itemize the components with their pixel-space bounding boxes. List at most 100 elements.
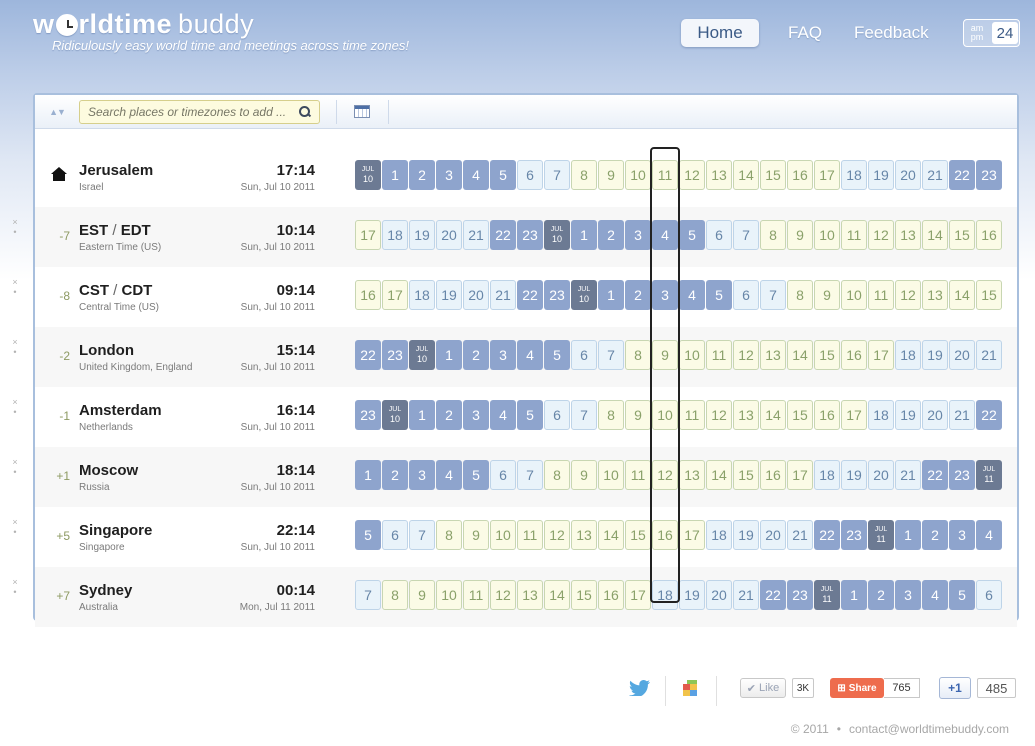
hour-cell[interactable]: 12 bbox=[544, 520, 570, 550]
search-icon[interactable] bbox=[299, 105, 311, 118]
hour-cell-date[interactable]: JUL 10 bbox=[571, 280, 597, 310]
hour-cell[interactable]: 3 bbox=[949, 520, 975, 550]
hour-cell[interactable]: 16 bbox=[652, 520, 678, 550]
hour-cell[interactable]: 22 bbox=[976, 400, 1002, 430]
hour-cell[interactable]: 10 bbox=[490, 520, 516, 550]
hour-cell[interactable]: 13 bbox=[571, 520, 597, 550]
hour-cell[interactable]: 17 bbox=[355, 220, 381, 250]
hour-cell[interactable]: 14 bbox=[922, 220, 948, 250]
hour-cell-date[interactable]: JUL 11 bbox=[976, 460, 1002, 490]
hour-cell[interactable]: 10 bbox=[814, 220, 840, 250]
hour-cell[interactable]: 21 bbox=[922, 160, 948, 190]
hour-cell[interactable]: 1 bbox=[571, 220, 597, 250]
hour-cell[interactable]: 20 bbox=[922, 400, 948, 430]
hour-cell[interactable]: 4 bbox=[652, 220, 678, 250]
hour-cell[interactable]: 1 bbox=[409, 400, 435, 430]
timezone-row[interactable]: Jerusalem Israel 17:14 Sun, Jul 10 2011 JUL 1… bbox=[35, 147, 1017, 207]
remove-icon[interactable]: × bbox=[8, 397, 22, 407]
remove-icon[interactable]: × bbox=[8, 217, 22, 227]
hour-cell[interactable]: 6 bbox=[517, 160, 543, 190]
hour-cell[interactable]: 2 bbox=[436, 400, 462, 430]
hour-cell[interactable]: 18 bbox=[652, 580, 678, 610]
timezone-row[interactable]: × • +5 Singapore Singapore 22:14 Sun, Jul 10 2… bbox=[12, 507, 1017, 567]
hour-cell[interactable]: 19 bbox=[922, 340, 948, 370]
hour-cell[interactable]: 20 bbox=[760, 520, 786, 550]
hour-cell[interactable]: 6 bbox=[544, 400, 570, 430]
hour-cell-date[interactable]: JUL 11 bbox=[868, 520, 894, 550]
hour-cell[interactable]: 20 bbox=[868, 460, 894, 490]
hour-cell[interactable]: 6 bbox=[976, 580, 1002, 610]
hour-cell[interactable]: 12 bbox=[706, 400, 732, 430]
timezone-row[interactable]: × • +7 Sydney Australia 00:14 Mon, Jul 11 2011… bbox=[12, 567, 1017, 627]
hour-cell[interactable]: 14 bbox=[787, 340, 813, 370]
hour-cell[interactable]: 9 bbox=[625, 400, 651, 430]
hour-cell[interactable]: 15 bbox=[976, 280, 1002, 310]
hour-cell[interactable]: 23 bbox=[517, 220, 543, 250]
hour-cell[interactable]: 11 bbox=[868, 280, 894, 310]
remove-icon[interactable]: × bbox=[8, 457, 22, 467]
hour-cell[interactable]: 19 bbox=[841, 460, 867, 490]
hour-cell-date[interactable]: JUL 10 bbox=[544, 220, 570, 250]
hour-cell[interactable]: 13 bbox=[895, 220, 921, 250]
hour-cell[interactable]: 4 bbox=[463, 160, 489, 190]
hour-cell[interactable]: 3 bbox=[652, 280, 678, 310]
hour-cell[interactable]: 4 bbox=[922, 580, 948, 610]
hour-cell[interactable]: 5 bbox=[679, 220, 705, 250]
search-input[interactable] bbox=[88, 104, 293, 119]
hour-cell[interactable]: 12 bbox=[868, 220, 894, 250]
hour-cell[interactable]: 10 bbox=[679, 340, 705, 370]
hour-cell[interactable]: 15 bbox=[571, 580, 597, 610]
set-home-icon[interactable]: • bbox=[8, 347, 22, 357]
hour-cell[interactable]: 15 bbox=[787, 400, 813, 430]
set-home-icon[interactable]: • bbox=[8, 407, 22, 417]
hour-cell[interactable]: 10 bbox=[841, 280, 867, 310]
hour-cell[interactable]: 1 bbox=[841, 580, 867, 610]
hour-cell-date[interactable]: JUL 10 bbox=[409, 340, 435, 370]
hour-cell[interactable]: 21 bbox=[463, 220, 489, 250]
hour-cell[interactable]: 11 bbox=[841, 220, 867, 250]
hour-cell[interactable]: 2 bbox=[922, 520, 948, 550]
hour-cell[interactable]: 5 bbox=[463, 460, 489, 490]
location-name[interactable]: London bbox=[79, 342, 134, 359]
hour-cell[interactable]: 22 bbox=[922, 460, 948, 490]
bookmark-app-icon[interactable] bbox=[681, 679, 701, 697]
hour-cell[interactable]: 14 bbox=[760, 400, 786, 430]
timezone-row[interactable]: × • -7 EST / EDT Eastern Time (US) 10:14 Sun, … bbox=[12, 207, 1017, 267]
nav-feedback[interactable]: Feedback bbox=[854, 23, 929, 43]
hour-cell[interactable]: 13 bbox=[706, 160, 732, 190]
sort-arrows-icon[interactable]: ▲▼ bbox=[35, 107, 79, 117]
hour-cell[interactable]: 13 bbox=[733, 400, 759, 430]
share-button[interactable]: ⊞ Share bbox=[830, 678, 884, 698]
location-name[interactable]: Singapore bbox=[79, 522, 152, 539]
hour-cell[interactable]: 3 bbox=[463, 400, 489, 430]
hour-cell[interactable]: 2 bbox=[598, 220, 624, 250]
hour-cell[interactable]: 19 bbox=[868, 160, 894, 190]
hour-cell[interactable]: 7 bbox=[409, 520, 435, 550]
hour-cell[interactable]: 8 bbox=[571, 160, 597, 190]
hour-cell[interactable]: 18 bbox=[382, 220, 408, 250]
hour-cell[interactable]: 20 bbox=[895, 160, 921, 190]
hour-cell[interactable]: 20 bbox=[463, 280, 489, 310]
hour-cell[interactable]: 17 bbox=[679, 520, 705, 550]
hour-cell[interactable]: 6 bbox=[382, 520, 408, 550]
hour-cell[interactable]: 18 bbox=[895, 340, 921, 370]
timezone-row[interactable]: × • -1 Amsterdam Netherlands 16:14 Sun, Jul 10… bbox=[12, 387, 1017, 447]
hour-cell[interactable]: 5 bbox=[355, 520, 381, 550]
hour-cell[interactable]: 21 bbox=[895, 460, 921, 490]
hour-cell[interactable]: 23 bbox=[841, 520, 867, 550]
clock-format-toggle[interactable]: am pm 24 bbox=[963, 19, 1020, 47]
hour-cell[interactable]: 9 bbox=[463, 520, 489, 550]
google-plus-button[interactable]: +1 bbox=[939, 677, 971, 699]
hour-cell[interactable]: 5 bbox=[949, 580, 975, 610]
hour-cell-date[interactable]: JUL 10 bbox=[382, 400, 408, 430]
hour-cell[interactable]: 4 bbox=[490, 400, 516, 430]
hour-cell[interactable]: 19 bbox=[733, 520, 759, 550]
location-name[interactable]: Amsterdam bbox=[79, 402, 162, 419]
hour-cell[interactable]: 16 bbox=[841, 340, 867, 370]
contact-link[interactable]: contact@worldtimebuddy.com bbox=[849, 722, 1009, 736]
hour-cell[interactable]: 8 bbox=[544, 460, 570, 490]
hour-cell[interactable]: 11 bbox=[625, 460, 651, 490]
hour-cell[interactable]: 10 bbox=[652, 400, 678, 430]
hour-cell[interactable]: 9 bbox=[652, 340, 678, 370]
hour-cell[interactable]: 1 bbox=[598, 280, 624, 310]
